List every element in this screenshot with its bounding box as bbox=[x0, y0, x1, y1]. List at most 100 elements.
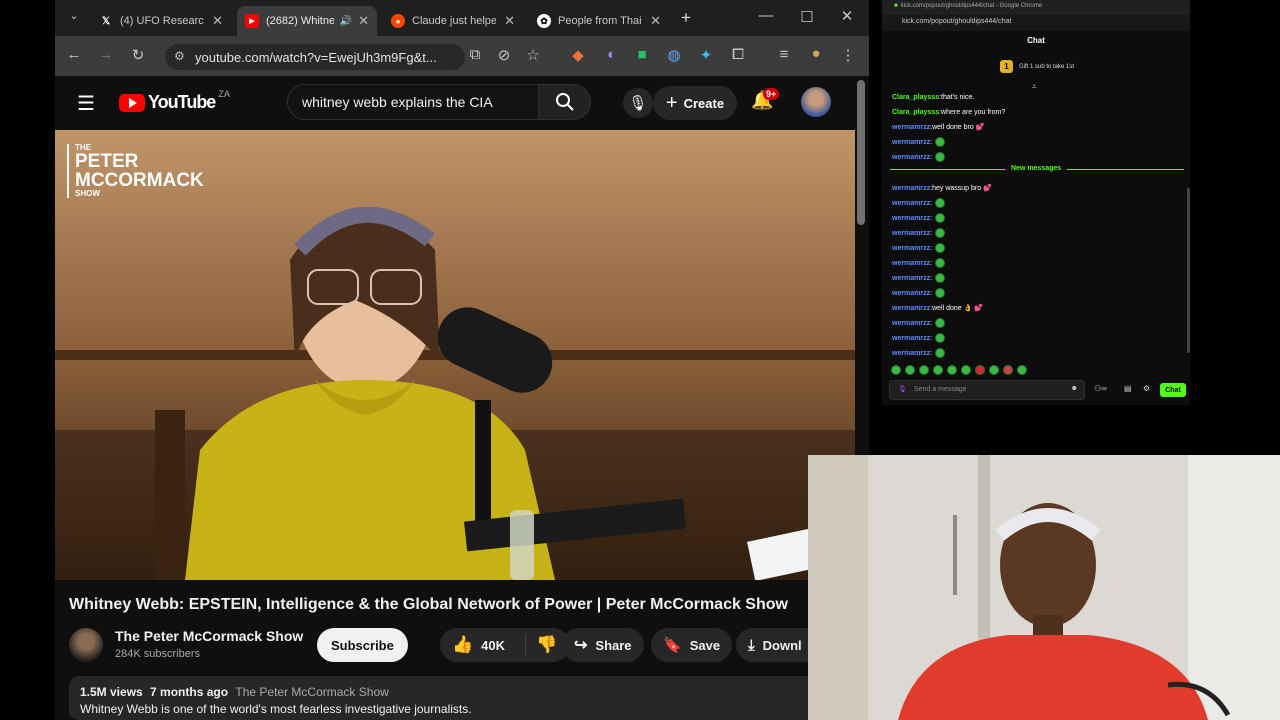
thumbs-down-icon[interactable]: 👎 bbox=[536, 635, 557, 655]
video-player[interactable]: THE PETER MCCORMACK SHOW bbox=[55, 130, 855, 580]
chat-username[interactable]: Clara_playsss bbox=[892, 109, 939, 116]
emote-icon[interactable] bbox=[891, 365, 901, 375]
emote-icon[interactable] bbox=[933, 365, 943, 375]
chat-username[interactable]: wermamrzz bbox=[892, 154, 930, 161]
emote-icon[interactable] bbox=[919, 365, 929, 375]
search-button[interactable] bbox=[539, 84, 591, 120]
channel-avatar[interactable] bbox=[69, 628, 103, 662]
watermark-line: MCCORMACK bbox=[75, 170, 204, 191]
gift-sub-banner[interactable]: 1 Gift 1 sub to take 1st bbox=[1000, 60, 1074, 73]
chat-username[interactable]: wermamrzz bbox=[892, 230, 930, 237]
menu-dots-icon[interactable]: ⋮ bbox=[837, 46, 859, 64]
speaker-icon[interactable]: 🔊 bbox=[340, 16, 352, 27]
chat-send-button[interactable]: Chat bbox=[1160, 383, 1186, 397]
close-tab-icon[interactable]: ✕ bbox=[644, 13, 661, 29]
like-button[interactable]: 👍 40K bbox=[440, 634, 526, 656]
hamburger-menu-icon[interactable]: ☰ bbox=[77, 91, 95, 116]
install-app-icon[interactable]: ⧉ bbox=[464, 46, 486, 63]
chat-separator: : bbox=[930, 274, 933, 282]
maximize-icon[interactable]: ☐ bbox=[796, 8, 818, 26]
chat-username[interactable]: wermamrzz bbox=[892, 139, 930, 146]
chat-username[interactable]: wermamrzz bbox=[892, 305, 930, 312]
emote-icon[interactable] bbox=[905, 365, 915, 375]
chat-username[interactable]: wermamrzz bbox=[892, 245, 930, 252]
close-tab-icon[interactable]: ✕ bbox=[498, 13, 515, 29]
chat-username[interactable]: Clara_playsss bbox=[892, 94, 939, 101]
channel-name[interactable]: The Peter McCormack Show bbox=[115, 628, 303, 644]
subscribe-button[interactable]: Subscribe bbox=[317, 628, 408, 662]
account-avatar[interactable] bbox=[801, 87, 831, 117]
emote-icon[interactable] bbox=[947, 365, 957, 375]
tab-reddit[interactable]: ● Claude just helpe ✕ bbox=[383, 6, 523, 36]
tab-chatgpt[interactable]: ✿ People from Thai ✕ bbox=[529, 6, 669, 36]
chat-username[interactable]: wermamrzz bbox=[892, 335, 930, 342]
thumbs-up-icon: 👍 bbox=[452, 635, 474, 654]
x-logo-icon: 𝕏 bbox=[101, 15, 111, 27]
save-button[interactable]: 🔖 Save bbox=[651, 628, 733, 662]
voice-search-icon[interactable]: 🎙 bbox=[623, 88, 653, 118]
green-extension-icon[interactable]: ■ bbox=[631, 46, 653, 63]
chat-separator: : bbox=[930, 289, 933, 297]
chat-emote-icon bbox=[935, 198, 946, 208]
chat-message: wermamrzz: bbox=[892, 347, 946, 359]
chat-username[interactable]: wermamrzz bbox=[892, 350, 930, 357]
bookmark-star-icon[interactable]: ☆ bbox=[522, 46, 544, 64]
chat-username[interactable]: wermamrzz bbox=[892, 260, 930, 267]
forward-icon[interactable]: → bbox=[95, 46, 117, 63]
chat-username[interactable]: wermamrzz bbox=[892, 290, 930, 297]
chat-username[interactable]: wermamrzz bbox=[892, 320, 930, 327]
share-button[interactable]: ↪ Share bbox=[562, 628, 644, 662]
chat-message: wermamrzz: bbox=[892, 332, 946, 344]
youtube-logo[interactable]: YouTube ZA bbox=[119, 89, 230, 113]
metamask-extension-icon[interactable]: ◆ bbox=[567, 46, 589, 64]
close-window-icon[interactable]: ✕ bbox=[836, 7, 858, 25]
chat-text: where are you from? bbox=[941, 108, 1006, 116]
chat-username[interactable]: wermamrzz bbox=[892, 215, 930, 222]
page-scrollbar[interactable] bbox=[857, 80, 865, 225]
search-input[interactable]: whitney webb explains the CIA ✕ bbox=[287, 84, 566, 120]
chat-separator: : bbox=[930, 199, 933, 207]
chat-message: wermamrzz: bbox=[892, 227, 946, 239]
chat-scrollbar[interactable] bbox=[1187, 188, 1190, 353]
tab-youtube[interactable]: ▶ (2682) Whitne 🔊 ✕ bbox=[237, 6, 377, 36]
back-icon[interactable]: ← bbox=[63, 46, 85, 63]
chat-username[interactable]: wermamrzz bbox=[892, 200, 930, 207]
ghost-extension-icon[interactable]: ◖ bbox=[599, 46, 621, 63]
extensions-puzzle-icon[interactable]: ⧠ bbox=[727, 46, 749, 63]
new-tab-button[interactable]: + bbox=[675, 8, 697, 28]
reddit-logo-icon: ● bbox=[391, 14, 405, 28]
tab-ufo[interactable]: 𝕏 (4) UFO Researche ✕ bbox=[91, 6, 231, 36]
emote-icon[interactable] bbox=[961, 365, 971, 375]
chat-username[interactable]: wermamrzz bbox=[892, 124, 930, 131]
emote-icon[interactable] bbox=[975, 365, 985, 375]
close-tab-icon[interactable]: ✕ bbox=[352, 13, 369, 29]
chat-username[interactable]: wermamrzz bbox=[892, 275, 930, 282]
globe-extension-icon[interactable]: ◍ bbox=[663, 46, 685, 64]
create-button[interactable]: + Create bbox=[653, 86, 737, 120]
description-box[interactable]: 1.5M views 7 months ago The Peter McCorm… bbox=[69, 676, 869, 720]
chat-username[interactable]: wermamrzz bbox=[892, 185, 930, 192]
emote-icon[interactable] bbox=[989, 365, 999, 375]
address-bar[interactable]: ⚙ youtube.com/watch?v=EwejUh3m9Fg&t... bbox=[165, 44, 465, 70]
tab-title: People from Thai bbox=[558, 15, 642, 27]
chat-message-input[interactable]: 🎙 Send a message ☻ bbox=[889, 380, 1085, 400]
emoji-icon[interactable]: ☻ bbox=[1071, 385, 1078, 392]
eye-off-icon[interactable]: ⊘ bbox=[493, 46, 515, 64]
minimize-icon[interactable]: — bbox=[755, 7, 777, 24]
chat-history-icon[interactable]: ▤ bbox=[1124, 384, 1132, 393]
profile-avatar-icon[interactable]: ● bbox=[805, 45, 827, 62]
site-info-icon[interactable]: ⚙ bbox=[174, 49, 185, 63]
tab-search-icon[interactable]: ⌄ bbox=[63, 9, 85, 22]
chat-header: Chat bbox=[1027, 36, 1045, 45]
close-tab-icon[interactable]: ✕ bbox=[206, 13, 223, 29]
emote-icon[interactable] bbox=[1017, 365, 1027, 375]
reload-icon[interactable]: ↻ bbox=[127, 46, 149, 64]
emote-icon[interactable] bbox=[1003, 365, 1013, 375]
chat-emote-icon bbox=[935, 288, 946, 298]
chat-settings-icon[interactable]: ⚙ bbox=[1143, 384, 1150, 393]
chat-tools-icon[interactable]: ⚇∞ bbox=[1094, 384, 1107, 393]
chevron-down-icon[interactable]: ⩡ bbox=[1032, 82, 1037, 92]
ai-extension-icon[interactable]: ✦ bbox=[695, 46, 717, 64]
media-control-icon[interactable]: ≡ bbox=[773, 46, 795, 63]
mic-icon[interactable]: 🎙 bbox=[898, 385, 907, 393]
